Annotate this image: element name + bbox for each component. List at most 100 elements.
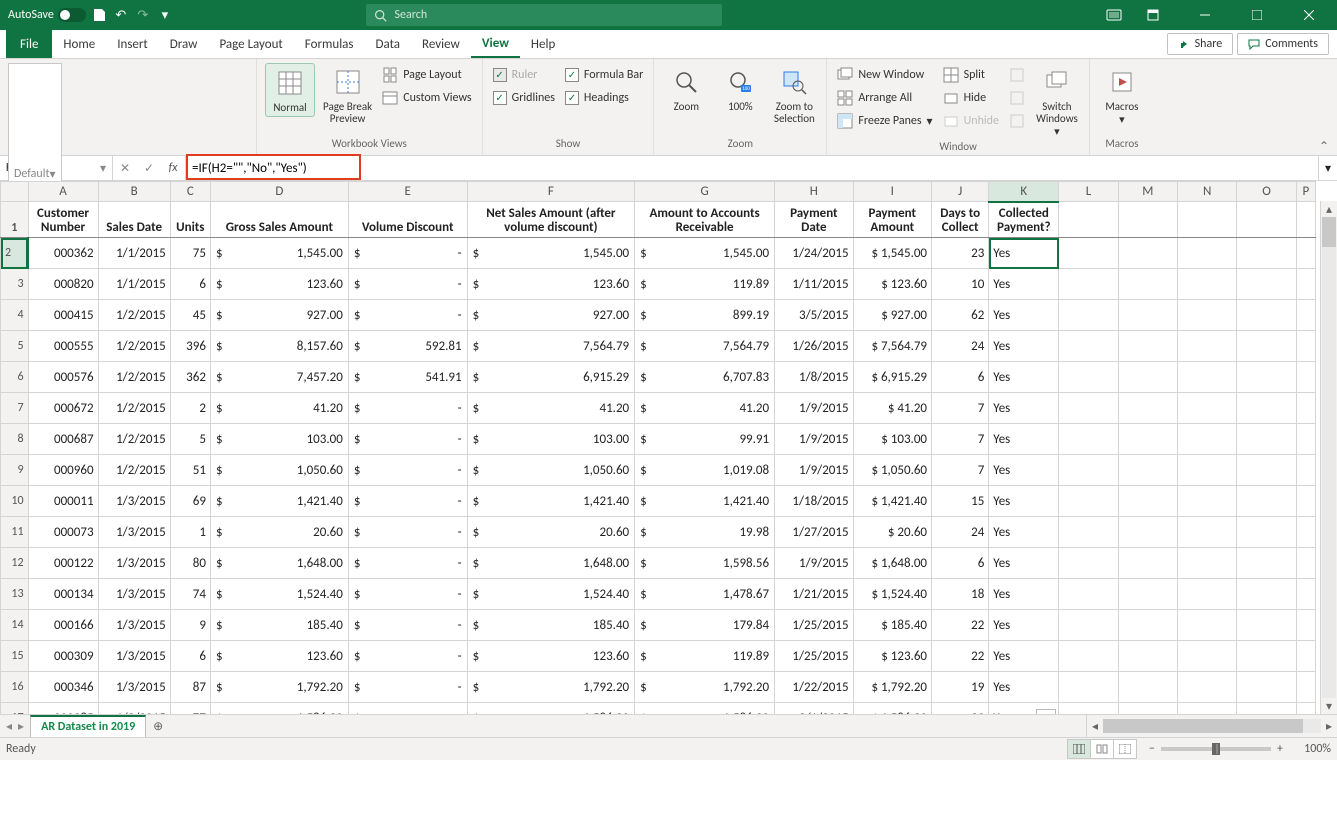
cell[interactable] [1296,331,1315,362]
cell[interactable]: $41.20 [635,393,775,424]
scroll-down-icon[interactable]: ▾ [1321,698,1337,714]
horizontal-scrollbar[interactable]: ◂ ▸ [1086,715,1337,737]
gridlines-checkbox[interactable]: Gridlines [491,88,557,108]
row-header[interactable]: 13 [1,579,29,610]
cell[interactable]: Yes [989,331,1059,362]
cell[interactable]: $123.60 [210,641,348,672]
cell[interactable]: 1/9/2015 [775,393,853,424]
header-cell[interactable]: Volume Discount [348,202,467,238]
cell[interactable] [1059,579,1118,610]
cell[interactable] [1178,517,1237,548]
cell[interactable]: 396 [170,331,210,362]
cell[interactable] [1178,610,1237,641]
cell[interactable]: $927.00 [467,300,635,331]
cell[interactable] [1237,202,1296,238]
cell[interactable] [1237,672,1296,703]
scroll-right-icon[interactable]: ▸ [1321,719,1337,734]
tab-page-layout[interactable]: Page Layout [208,30,293,58]
cell[interactable]: $1,648.00 [210,548,348,579]
cell[interactable]: 80 [170,548,210,579]
col-header[interactable]: B [98,182,170,202]
cell[interactable] [1118,269,1177,300]
col-header[interactable]: G [635,182,775,202]
cell[interactable] [1178,455,1237,486]
col-header[interactable]: I [853,182,931,202]
cell[interactable]: $123.60 [210,269,348,300]
cell[interactable]: $ 1,792.20 [853,672,931,703]
cell[interactable] [1178,238,1237,269]
cell[interactable]: 51 [170,455,210,486]
cell[interactable]: 6 [932,548,989,579]
cell[interactable] [1118,672,1177,703]
cell[interactable]: 29 [932,703,989,715]
cell[interactable]: 1/27/2015 [775,517,853,548]
cell[interactable] [1296,362,1315,393]
customviews-button[interactable]: Custom Views [380,88,473,108]
col-header[interactable]: E [348,182,467,202]
cell[interactable]: Yes [989,610,1059,641]
cell[interactable]: $ 927.00 [853,300,931,331]
cell[interactable]: 2/1/2015 [775,703,853,715]
cell[interactable]: 000687 [28,424,98,455]
cell[interactable]: 1/26/2015 [775,331,853,362]
row-header[interactable]: 11 [1,517,29,548]
cell[interactable]: 1/2/2015 [98,424,170,455]
cell[interactable] [1296,703,1315,715]
cell[interactable]: $ 185.40 [853,610,931,641]
cell[interactable] [1237,238,1296,269]
split-button[interactable]: Split [941,65,1001,85]
freeze-panes-button[interactable]: Freeze Panes▾ [835,111,934,131]
cell[interactable]: $- [348,641,467,672]
cell[interactable] [1237,579,1296,610]
cell[interactable] [1118,238,1177,269]
cell[interactable]: 1 [170,517,210,548]
cell[interactable]: 24 [932,517,989,548]
col-header[interactable]: J [932,182,989,202]
cell[interactable]: $119.89 [635,641,775,672]
cell[interactable]: $1,421.40 [467,486,635,517]
tab-formulas[interactable]: Formulas [294,30,365,58]
zoom-100-button[interactable]: 100100% [716,63,764,115]
cell[interactable] [1059,641,1118,672]
row-header[interactable]: 10 [1,486,29,517]
cell[interactable]: 1/3/2015 [98,610,170,641]
redo-icon[interactable]: ↷ [134,6,152,24]
cell[interactable] [1237,517,1296,548]
cell[interactable] [1178,424,1237,455]
cell[interactable] [1118,362,1177,393]
row-header[interactable]: 15 [1,641,29,672]
cell[interactable]: 000011 [28,486,98,517]
cell[interactable]: $1,792.20 [635,672,775,703]
autofill-options-button[interactable] [1036,709,1056,714]
cell[interactable]: 000960 [28,455,98,486]
cell[interactable]: Yes [989,486,1059,517]
pagelayout-shortcut[interactable] [1090,739,1114,759]
cell[interactable] [1237,393,1296,424]
cell[interactable] [1296,548,1315,579]
cell[interactable]: $123.60 [467,641,635,672]
cell[interactable] [1118,424,1177,455]
cell[interactable]: $185.40 [467,610,635,641]
cell[interactable] [1178,579,1237,610]
headings-checkbox[interactable]: Headings [563,88,645,108]
close-button[interactable] [1287,0,1331,30]
cell[interactable]: $ 7,564.79 [853,331,931,362]
cell[interactable]: $927.00 [210,300,348,331]
cell[interactable]: $1,050.60 [467,455,635,486]
cell[interactable] [1296,393,1315,424]
cell[interactable] [1118,610,1177,641]
row-header[interactable]: 6 [1,362,29,393]
save-icon[interactable] [90,6,108,24]
col-header[interactable]: P [1296,182,1315,202]
cell[interactable]: $6,707.83 [635,362,775,393]
cell[interactable] [1178,486,1237,517]
sheet-nav[interactable]: ◂▸ [0,715,30,737]
cell[interactable]: $- [348,486,467,517]
cell[interactable] [1059,424,1118,455]
zoom-out-button[interactable]: − [1149,742,1155,756]
cell[interactable]: $41.20 [210,393,348,424]
cell[interactable]: 000122 [28,548,98,579]
cell[interactable] [1059,610,1118,641]
macros-button[interactable]: Macros▾ [1098,63,1146,128]
cell[interactable]: 1/2/2015 [98,455,170,486]
